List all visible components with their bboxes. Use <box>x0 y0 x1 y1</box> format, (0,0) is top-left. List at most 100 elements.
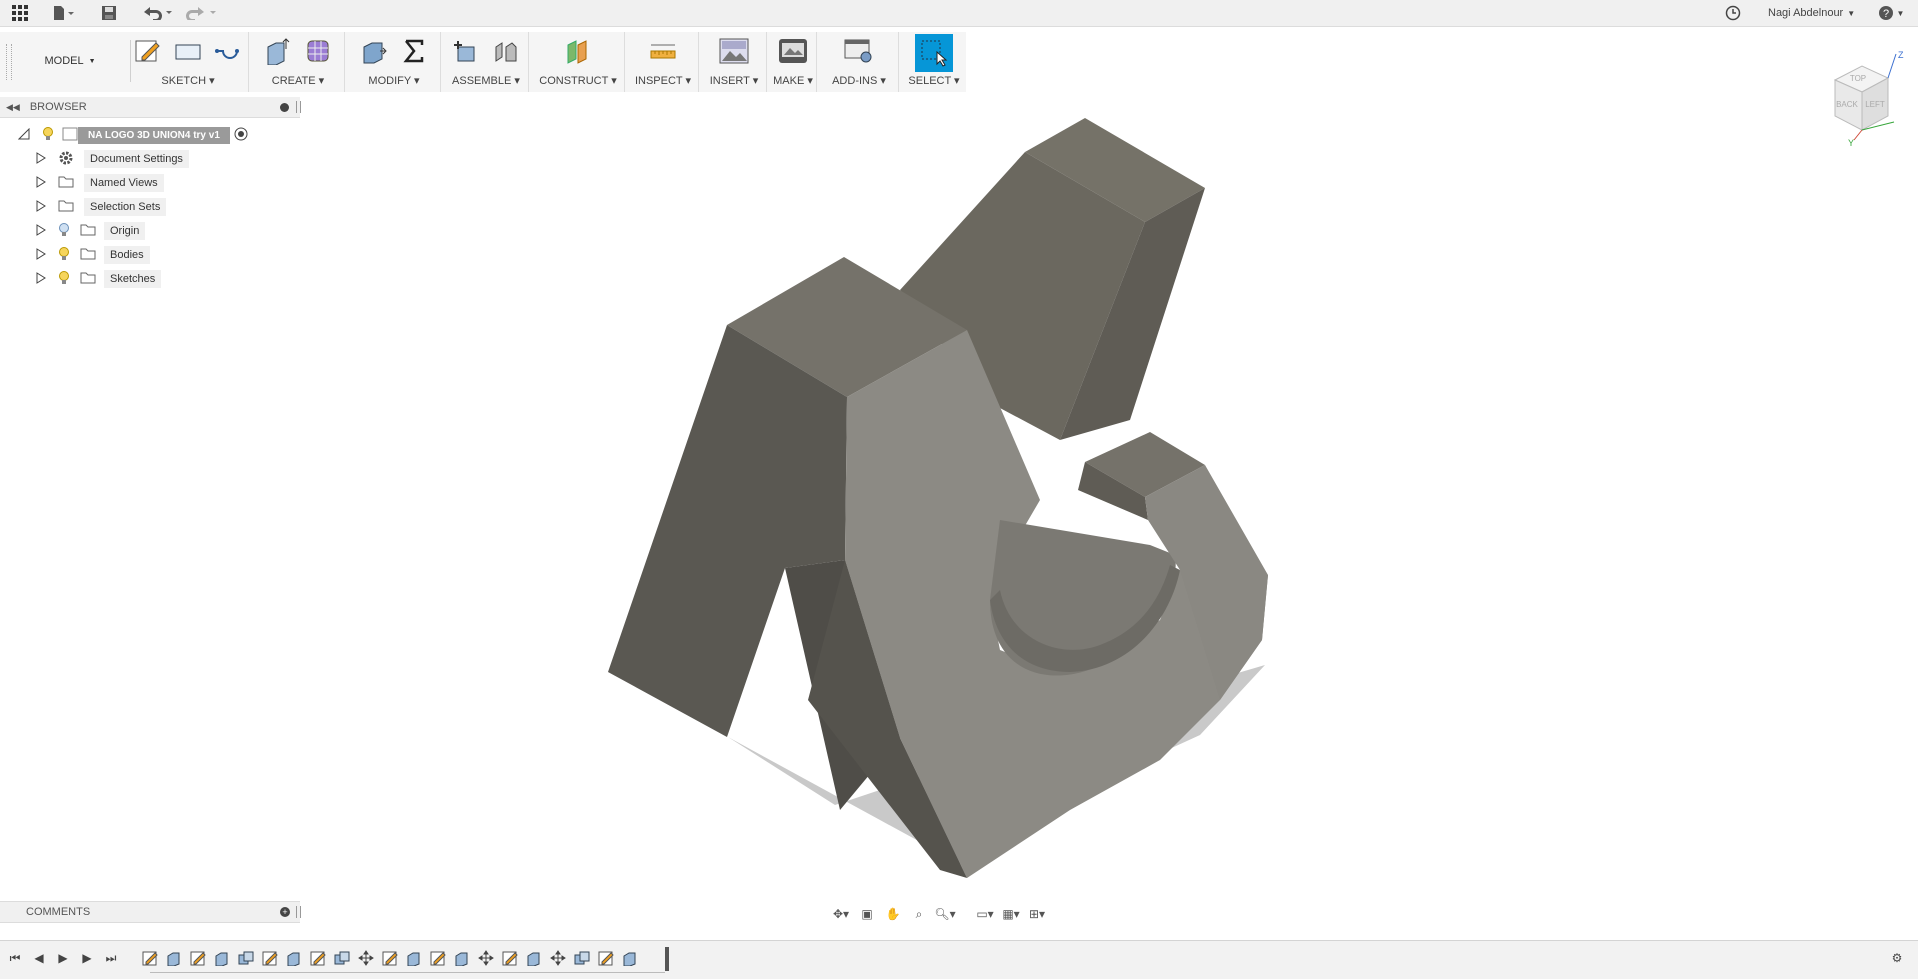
go-to-end-icon[interactable]: ⏭ <box>102 949 120 967</box>
browser-item-document-settings[interactable]: Document Settings <box>0 148 189 170</box>
new-component-icon[interactable] <box>449 34 483 68</box>
extrude-icon[interactable] <box>261 34 295 68</box>
modify-menu[interactable]: MODIFY ▾ <box>348 74 440 87</box>
timeline-feature-combine-icon[interactable] <box>334 950 352 968</box>
timeline-feature-sketch-icon[interactable] <box>502 950 520 968</box>
expand-triangle-icon[interactable] <box>36 151 46 167</box>
browser-pin-icon[interactable] <box>296 101 301 113</box>
timeline-feature-sketch-icon[interactable] <box>142 950 160 968</box>
timeline-feature-combine-icon[interactable] <box>238 950 256 968</box>
select-icon[interactable] <box>915 34 953 72</box>
line-icon[interactable] <box>211 34 245 68</box>
browser-item-label: Named Views <box>84 174 164 192</box>
save-icon[interactable] <box>98 0 120 26</box>
sketch-menu[interactable]: SKETCH ▾ <box>128 74 248 87</box>
viewport-3d-model[interactable] <box>580 110 1280 890</box>
timeline-feature-sketch-icon[interactable] <box>310 950 328 968</box>
form-icon[interactable] <box>301 34 335 68</box>
timeline-feature-extrude-icon[interactable] <box>214 950 232 968</box>
rectangle-icon[interactable] <box>171 34 205 68</box>
timeline-feature-extrude-icon[interactable] <box>622 950 640 968</box>
viewports-icon[interactable]: ⊞▾ <box>1026 903 1048 925</box>
grid-settings-icon[interactable]: ▦▾ <box>1000 903 1022 925</box>
construct-menu[interactable]: CONSTRUCT ▾ <box>532 74 624 87</box>
insert-menu[interactable]: INSERT ▾ <box>702 74 766 87</box>
timeline-feature-extrude-icon[interactable] <box>166 950 184 968</box>
job-status-icon[interactable] <box>1722 0 1744 26</box>
user-menu[interactable]: Nagi Abdelnour ▼ <box>1768 0 1858 26</box>
timeline-feature-extrude-icon[interactable] <box>526 950 544 968</box>
create-menu[interactable]: CREATE ▾ <box>252 74 344 87</box>
timeline-feature-sketch-icon[interactable] <box>430 950 448 968</box>
undo-icon[interactable] <box>140 0 174 26</box>
timeline-feature-extrude-icon[interactable] <box>406 950 424 968</box>
timeline-feature-sketch-icon[interactable] <box>262 950 280 968</box>
addins-menu[interactable]: ADD-INS ▾ <box>820 74 898 87</box>
timeline-feature-move-icon[interactable] <box>478 950 496 968</box>
comments-pin-icon[interactable] <box>296 906 301 918</box>
browser-item-named-views[interactable]: Named Views <box>0 172 164 194</box>
lightbulb-icon[interactable] <box>58 270 70 288</box>
workspace-switcher[interactable]: MODEL ▼ <box>10 40 131 82</box>
step-back-icon[interactable]: ◀ <box>30 949 48 967</box>
render-icon[interactable] <box>776 34 810 68</box>
timeline-settings-gear-icon[interactable]: ⚙ <box>1888 949 1906 967</box>
expand-triangle-icon[interactable] <box>36 271 46 287</box>
timeline-feature-move-icon[interactable] <box>358 950 376 968</box>
expand-triangle-icon[interactable] <box>36 199 46 215</box>
browser-item-selection-sets[interactable]: Selection Sets <box>0 196 167 218</box>
lightbulb-off-icon[interactable] <box>58 222 70 240</box>
browser-item-origin[interactable]: Origin <box>0 220 146 242</box>
pan-icon[interactable]: ✋ <box>882 903 904 925</box>
go-to-start-icon[interactable]: ⏮ <box>6 949 24 967</box>
play-icon[interactable]: ▶ <box>54 949 72 967</box>
scripts-addins-icon[interactable] <box>842 34 876 68</box>
viewcube[interactable]: TOP BACK LEFT Z Y <box>1810 50 1910 150</box>
apps-grid-icon[interactable] <box>8 0 32 26</box>
lightbulb-icon[interactable] <box>58 246 70 264</box>
zoom-window-icon[interactable]: ⌕ <box>908 903 930 925</box>
timeline-feature-sketch-icon[interactable] <box>190 950 208 968</box>
look-at-icon[interactable]: ▣ <box>856 903 878 925</box>
collapse-triangle-icon[interactable] <box>17 127 30 143</box>
display-settings-icon[interactable]: ▭▾ <box>974 903 996 925</box>
expand-triangle-icon[interactable] <box>36 247 46 263</box>
assemble-menu[interactable]: ASSEMBLE ▾ <box>444 74 528 87</box>
expand-triangle-icon[interactable] <box>36 175 46 191</box>
timeline-feature-extrude-icon[interactable] <box>454 950 472 968</box>
file-icon[interactable] <box>48 0 78 26</box>
press-pull-icon[interactable] <box>357 34 391 68</box>
timeline-feature-sketch-icon[interactable] <box>598 950 616 968</box>
joint-icon[interactable] <box>489 34 523 68</box>
create-sketch-icon[interactable] <box>131 34 165 68</box>
activate-radio-icon[interactable] <box>234 127 248 144</box>
orbit-icon[interactable]: ✥▾ <box>830 903 852 925</box>
browser-item-sketches[interactable]: Sketches <box>0 268 162 290</box>
expand-triangle-icon[interactable] <box>36 223 46 239</box>
browser-root-row[interactable]: NA LOGO 3D UNION4 try v1 <box>0 124 248 146</box>
select-menu[interactable]: SELECT ▾ <box>902 74 966 87</box>
insert-image-icon[interactable] <box>717 34 751 68</box>
timeline-feature-sketch-icon[interactable] <box>382 950 400 968</box>
timeline-feature-combine-icon[interactable] <box>574 950 592 968</box>
help-icon[interactable]: ? ▼ <box>1876 0 1906 26</box>
redo-icon[interactable] <box>184 0 218 26</box>
insert-group: INSERT ▾ <box>702 32 767 92</box>
timeline-feature-move-icon[interactable] <box>550 950 568 968</box>
offset-plane-icon[interactable] <box>561 34 595 68</box>
measure-icon[interactable] <box>646 34 680 68</box>
folder-icon <box>58 199 74 215</box>
zoom-icon[interactable]: 🔍︎▾ <box>934 903 956 925</box>
sigma-icon[interactable] <box>397 34 431 68</box>
browser-options-icon[interactable] <box>280 102 289 112</box>
inspect-menu[interactable]: INSPECT ▾ <box>628 74 698 87</box>
timeline-feature-extrude-icon[interactable] <box>286 950 304 968</box>
timeline-marker[interactable] <box>665 947 669 971</box>
add-comment-icon[interactable]: + <box>280 907 290 917</box>
collapse-browser-icon[interactable]: ◀◀ <box>6 102 20 113</box>
lightbulb-icon[interactable] <box>42 126 54 144</box>
step-forward-icon[interactable]: ▶ <box>78 949 96 967</box>
browser-item-bodies[interactable]: Bodies <box>0 244 150 266</box>
navigation-bar: ✥▾ ▣ ✋ ⌕ 🔍︎▾ ▭▾ ▦▾ ⊞▾ <box>830 902 1080 926</box>
make-menu[interactable]: MAKE ▾ <box>770 74 816 87</box>
